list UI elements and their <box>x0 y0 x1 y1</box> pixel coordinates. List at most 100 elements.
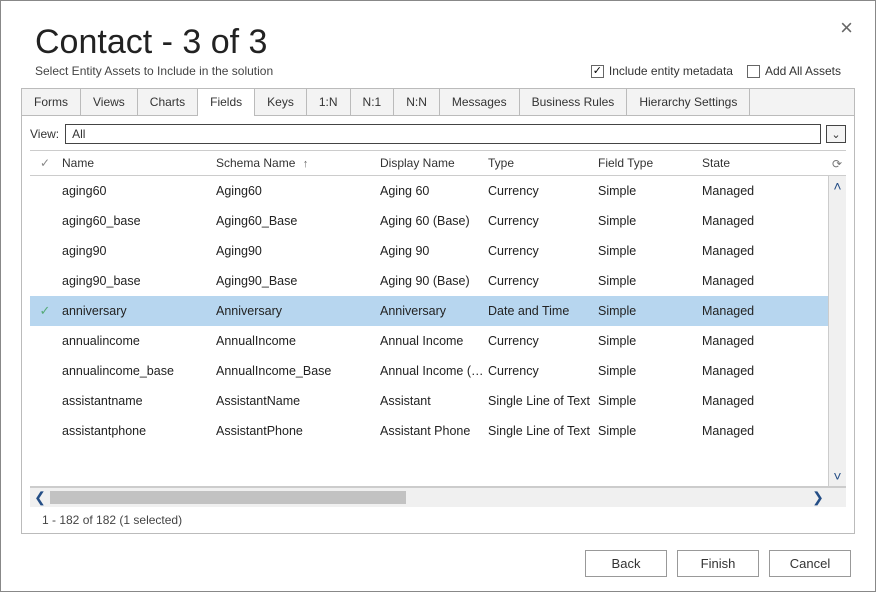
scroll-up-icon[interactable]: ˄ <box>829 176 847 196</box>
cell-state: Managed <box>702 304 828 318</box>
tab-n-1[interactable]: N:1 <box>351 89 395 115</box>
cell-fieldtype: Simple <box>598 364 702 378</box>
tab-hierarchy-settings[interactable]: Hierarchy Settings <box>627 89 750 115</box>
cell-fieldtype: Simple <box>598 304 702 318</box>
cell-name: assistantphone <box>60 424 216 438</box>
view-select-value: All <box>72 127 85 141</box>
table-row[interactable]: assistantphoneAssistantPhoneAssistant Ph… <box>30 416 828 446</box>
horizontal-scrollbar[interactable]: ❮ ❯ <box>30 487 846 507</box>
column-header-schema[interactable]: Schema Name ↑ <box>216 156 380 170</box>
add-all-assets-checkbox[interactable]: Add All Assets <box>747 64 841 78</box>
cell-display: Assistant <box>380 394 488 408</box>
cell-name: aging60_base <box>60 214 216 228</box>
refresh-icon[interactable]: ⟳ <box>832 157 842 171</box>
cell-schema: Aging60 <box>216 184 380 198</box>
include-entity-metadata-checkbox[interactable]: Include entity metadata <box>591 64 733 78</box>
scroll-thumb[interactable] <box>50 491 406 504</box>
cell-schema: Anniversary <box>216 304 380 318</box>
cell-display: Assistant Phone <box>380 424 488 438</box>
tab-n-n[interactable]: N:N <box>394 89 440 115</box>
table-row[interactable]: aging60_baseAging60_BaseAging 60 (Base)C… <box>30 206 828 236</box>
checkbox-label: Include entity metadata <box>609 64 733 78</box>
cell-fieldtype: Simple <box>598 274 702 288</box>
scroll-left-icon[interactable]: ❮ <box>30 489 50 506</box>
page-title: Contact - 3 of 3 <box>35 23 855 62</box>
scroll-down-icon[interactable]: ˅ <box>829 466 847 486</box>
table-row[interactable]: aging60Aging60Aging 60CurrencySimpleMana… <box>30 176 828 206</box>
table-row[interactable]: assistantnameAssistantNameAssistantSingl… <box>30 386 828 416</box>
cell-fieldtype: Simple <box>598 424 702 438</box>
row-check-icon: ✓ <box>30 303 60 319</box>
cell-schema: AnnualIncome <box>216 334 380 348</box>
chevron-down-icon[interactable]: ⌄ <box>826 125 846 143</box>
table-row[interactable]: aging90_baseAging90_BaseAging 90 (Base)C… <box>30 266 828 296</box>
cell-schema: AssistantPhone <box>216 424 380 438</box>
checkbox-label: Add All Assets <box>765 64 841 78</box>
tab-keys[interactable]: Keys <box>255 89 307 115</box>
tab-forms[interactable]: Forms <box>22 89 81 115</box>
cell-fieldtype: Simple <box>598 394 702 408</box>
cell-display: Anniversary <box>380 304 488 318</box>
cell-state: Managed <box>702 184 828 198</box>
table-row[interactable]: annualincomeAnnualIncomeAnnual IncomeCur… <box>30 326 828 356</box>
cell-state: Managed <box>702 424 828 438</box>
finish-button[interactable]: Finish <box>677 550 759 577</box>
cell-state: Managed <box>702 334 828 348</box>
cell-type: Single Line of Text <box>488 394 598 408</box>
cell-schema: AssistantName <box>216 394 380 408</box>
tab-fields[interactable]: Fields <box>198 89 255 115</box>
cell-fieldtype: Simple <box>598 334 702 348</box>
checkbox-icon <box>591 65 604 78</box>
sort-ascending-icon: ↑ <box>303 158 309 170</box>
cell-display: Aging 60 <box>380 184 488 198</box>
cell-state: Managed <box>702 274 828 288</box>
cell-type: Single Line of Text <box>488 424 598 438</box>
cell-fieldtype: Simple <box>598 184 702 198</box>
scroll-right-icon[interactable]: ❯ <box>808 489 828 506</box>
table-row[interactable]: ✓anniversaryAnniversaryAnniversaryDate a… <box>30 296 828 326</box>
checkmark-icon: ✓ <box>40 156 50 170</box>
table-row[interactable]: annualincome_baseAnnualIncome_BaseAnnual… <box>30 356 828 386</box>
cell-type: Currency <box>488 244 598 258</box>
column-header-state[interactable]: State <box>702 156 828 170</box>
status-bar: 1 - 182 of 182 (1 selected) <box>30 507 846 527</box>
table-row[interactable]: aging90Aging90Aging 90CurrencySimpleMana… <box>30 236 828 266</box>
cell-name: aging90 <box>60 244 216 258</box>
cell-name: annualincome_base <box>60 364 216 378</box>
tab-charts[interactable]: Charts <box>138 89 198 115</box>
cell-type: Currency <box>488 364 598 378</box>
column-header-name[interactable]: Name <box>60 156 216 170</box>
cancel-button[interactable]: Cancel <box>769 550 851 577</box>
cell-type: Currency <box>488 184 598 198</box>
cell-schema: AnnualIncome_Base <box>216 364 380 378</box>
dialog-frame: × Contact - 3 of 3 Select Entity Assets … <box>0 0 876 592</box>
back-button[interactable]: Back <box>585 550 667 577</box>
tab-business-rules[interactable]: Business Rules <box>520 89 628 115</box>
tab-1-n[interactable]: 1:N <box>307 89 351 115</box>
view-row: View: All ⌄ <box>22 124 854 144</box>
checkbox-icon <box>747 65 760 78</box>
cell-display: Aging 60 (Base) <box>380 214 488 228</box>
tab-views[interactable]: Views <box>81 89 138 115</box>
tab-messages[interactable]: Messages <box>440 89 520 115</box>
vertical-scrollbar[interactable]: ˄ ˅ <box>828 176 846 486</box>
cell-type: Currency <box>488 334 598 348</box>
cell-name: anniversary <box>60 304 216 318</box>
grid-body: aging60Aging60Aging 60CurrencySimpleMana… <box>30 176 846 487</box>
cell-state: Managed <box>702 364 828 378</box>
view-label: View: <box>30 127 59 141</box>
column-header-select[interactable]: ✓ <box>30 156 60 170</box>
cell-schema: Aging90_Base <box>216 274 380 288</box>
cell-name: assistantname <box>60 394 216 408</box>
view-select[interactable]: All <box>65 124 821 144</box>
cell-schema: Aging90 <box>216 244 380 258</box>
column-header-type[interactable]: Type <box>488 156 598 170</box>
grid: ✓ Name Schema Name ↑ Display Name Type F… <box>22 150 854 527</box>
close-icon[interactable]: × <box>840 17 853 39</box>
scroll-track[interactable] <box>50 488 808 507</box>
tab-contents: View: All ⌄ ✓ Name Schema Name ↑ Display <box>21 116 855 534</box>
column-header-fieldtype[interactable]: Field Type <box>598 156 702 170</box>
column-header-display[interactable]: Display Name <box>380 156 488 170</box>
cell-name: aging90_base <box>60 274 216 288</box>
cell-fieldtype: Simple <box>598 244 702 258</box>
